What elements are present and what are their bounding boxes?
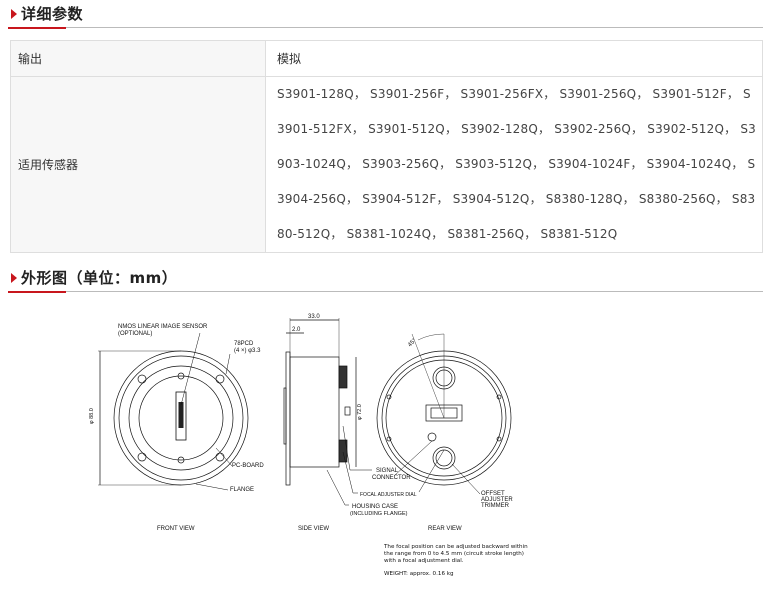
label-nmos: NMOS LINEAR IMAGE SENSOR [118, 324, 208, 330]
dim-88: φ 88.0 [89, 408, 95, 424]
label-angle: 45° [407, 337, 418, 348]
outline-section-header: 外形图（单位：mm） [0, 264, 763, 293]
label-signal: SIGNAL [376, 468, 399, 474]
label-rear-view: REAR VIEW [428, 526, 462, 532]
params-table: 输出 模拟 适用传感器 S3901-128Q， S3901-256F， S390… [10, 40, 763, 253]
label-side-view: SIDE VIEW [298, 526, 329, 532]
red-triangle-icon [11, 273, 17, 283]
drawing-note: The focal position can be adjusted backw… [384, 544, 528, 564]
dim-2: 2.0 [292, 327, 301, 333]
label-flange: FLANGE [230, 487, 254, 493]
section-divider [8, 27, 763, 28]
label-trimmer: TRIMMER [481, 503, 510, 509]
label-housing: HOUSING CASE [352, 504, 398, 510]
label-holes: (4 ×) φ3.3 [234, 348, 261, 354]
param-value-sensors: S3901-128Q， S3901-256F， S3901-256FX， S39… [265, 76, 763, 253]
section-divider-accent [8, 291, 66, 293]
drawing-weight: WEIGHT: approx. 0.16 kg [384, 571, 454, 577]
section-divider [8, 291, 763, 292]
dim-33: 33.0 [308, 314, 320, 320]
dim-72: φ 72.0 [357, 404, 363, 420]
param-key-output: 输出 [10, 40, 266, 77]
params-section-header: 详细参数 [0, 0, 763, 29]
rear-view: 45° SIGNAL CONNECTOR FOCAL ADJUSTER DIAL… [350, 333, 513, 532]
param-key-sensors: 适用传感器 [10, 76, 266, 253]
label-optional: (OPTIONAL) [118, 331, 152, 337]
front-view: φ 88.0 NMOS LINEAR IMAGE SENSOR (OPTIONA… [89, 324, 264, 532]
label-front-view: FRONT VIEW [157, 526, 195, 532]
label-connector: CONNECTOR [372, 475, 411, 481]
table-row: 适用传感器 S3901-128Q， S3901-256F， S3901-256F… [10, 76, 763, 253]
params-section-title: 详细参数 [21, 5, 84, 23]
side-view: 33.0 2.0 φ 72.0 SIDE VIEW [283, 314, 372, 532]
outline-section-title: 外形图（单位：mm） [21, 269, 178, 287]
section-divider-accent [8, 27, 66, 29]
param-value-output: 模拟 [265, 40, 763, 77]
table-row: 输出 模拟 [10, 40, 763, 77]
red-triangle-icon [11, 9, 17, 19]
label-pcd: 78PCD [234, 341, 254, 347]
label-focal: FOCAL ADJUSTER DIAL [360, 492, 417, 498]
label-pcboard: PC-BOARD [232, 463, 264, 469]
label-including: (INCLUDING FLANGE) [350, 511, 408, 517]
